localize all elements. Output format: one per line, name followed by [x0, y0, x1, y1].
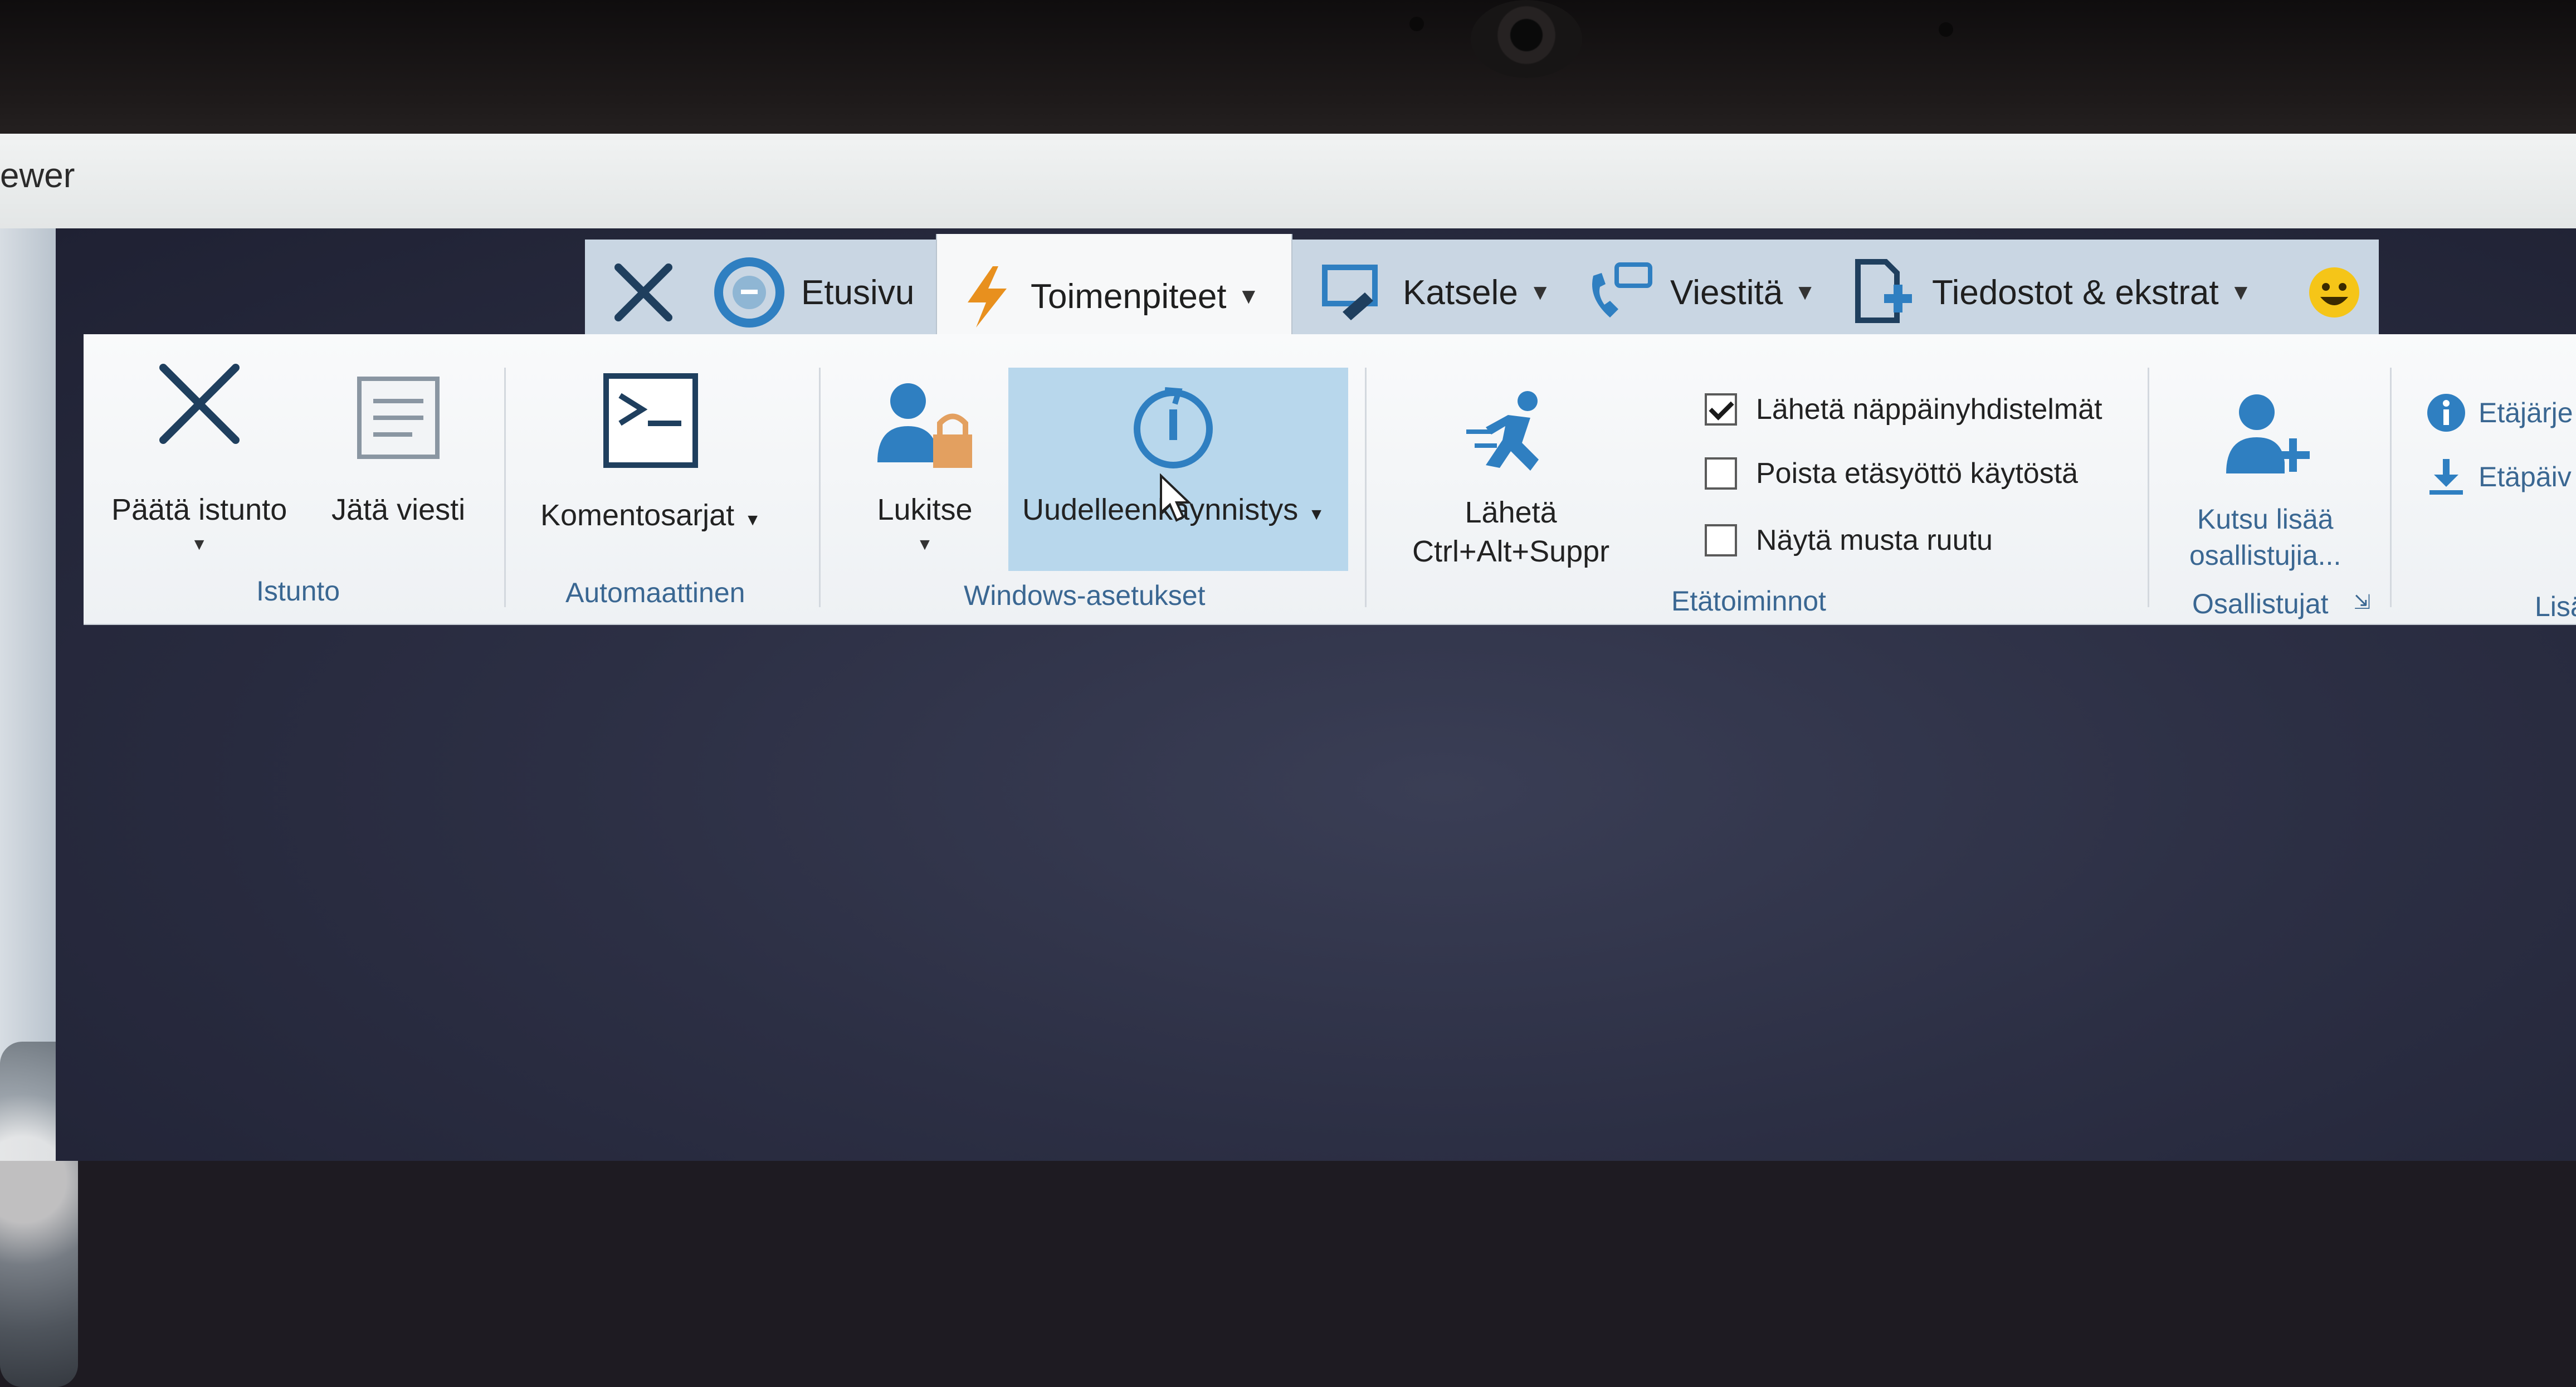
button-label: Lähetä — [1465, 496, 1557, 529]
checkbox-label: Poista etäsyöttö käytöstä — [1756, 457, 2079, 490]
invite-participants-button[interactable]: Kutsu lisää osallistujia... — [2189, 390, 2341, 574]
button-label: Kutsu lisää — [2197, 504, 2334, 535]
group-separator — [819, 368, 821, 607]
scripts-button[interactable]: Komentosarjat ▼ — [540, 370, 761, 535]
checkbox-checked[interactable] — [1705, 393, 1737, 426]
tab-katsele[interactable]: Katsele ▼ — [1320, 240, 1551, 345]
chevron-down-icon: ▼ — [1237, 284, 1260, 309]
end-session-button[interactable]: Päätä istunto ▼ — [111, 356, 287, 555]
checkbox-unchecked[interactable] — [1705, 457, 1737, 490]
smiley-icon — [2309, 267, 2359, 318]
group-separator — [504, 368, 506, 607]
button-label: osallistujia... — [2189, 540, 2341, 571]
local-desktop-strip — [0, 228, 78, 1387]
group-label-windows: Windows-asetukset — [964, 580, 1206, 611]
phone-chat-icon — [1592, 262, 1652, 318]
group-label-lisa: Lisä — [2535, 591, 2576, 622]
tab-label: Katsele — [1403, 273, 1518, 312]
lightning-icon — [968, 266, 1007, 328]
tab-label: Etusivu — [801, 273, 915, 312]
ribbon-tabbar: Etusivu Toimenpiteet ▼ Katsele ▼ Viestit… — [585, 234, 2379, 359]
group-label-osallistujat: Osallistujat — [2192, 588, 2329, 619]
close-session-tab[interactable] — [602, 240, 685, 345]
checkbox-label: Lähetä näppäinyhdistelmät — [1756, 393, 2102, 426]
remote-system-info-button[interactable]: Etäjärje — [2426, 393, 2573, 433]
button-label: Etäjärje — [2479, 397, 2573, 428]
close-x-icon — [614, 263, 672, 321]
group-label-istunto: Istunto — [256, 575, 340, 607]
user-lock-icon — [877, 383, 972, 468]
webcam — [1471, 0, 1582, 78]
mouse-cursor-icon — [1160, 473, 1192, 522]
info-icon — [2427, 394, 2465, 432]
checkbox-unchecked[interactable] — [1705, 524, 1737, 556]
button-label: Jätä viesti — [331, 493, 466, 526]
dropdown-arrow-icon: ▼ — [916, 535, 933, 554]
file-plus-icon — [1855, 259, 1912, 323]
feedback-smiley-button[interactable] — [2306, 240, 2362, 345]
checkbox-disable-input[interactable]: Poista etäsyöttö käytöstä — [1705, 457, 2078, 490]
bezel-dot — [1939, 22, 1953, 37]
group-separator — [2390, 368, 2392, 607]
group-separator — [2148, 368, 2149, 607]
group-label-automaattinen: Automaattinen — [565, 577, 745, 608]
add-user-icon — [2226, 394, 2310, 473]
leave-message-button[interactable]: Jätä viesti — [331, 370, 465, 529]
group-label-etatoiminnot: Etätoiminnot — [1671, 585, 1826, 617]
restart-power-icon — [1134, 387, 1213, 468]
remote-update-button[interactable]: Etäpäiv — [2426, 457, 2572, 497]
button-label: Komentosarjat ▼ — [540, 499, 761, 532]
running-man-icon — [1466, 391, 1539, 471]
window-titlebar — [0, 134, 2576, 228]
close-x-icon — [159, 364, 240, 444]
lock-button[interactable]: Lukitse ▼ — [872, 379, 978, 555]
bezel-dot — [1409, 17, 1424, 31]
tab-label: Toimenpiteet — [1031, 277, 1227, 316]
tab-etusivu[interactable]: Etusivu — [713, 240, 914, 345]
dropdown-arrow-icon: ▼ — [191, 535, 208, 554]
checkbox-label: Näytä musta ruutu — [1756, 524, 1993, 556]
chevron-down-icon: ▼ — [2229, 280, 2252, 305]
note-icon — [357, 377, 440, 459]
button-label: Lukitse — [877, 493, 973, 526]
button-label: Päätä istunto — [111, 493, 287, 526]
dropdown-arrow-icon: ▼ — [1308, 505, 1325, 524]
send-ctrl-alt-del-button[interactable]: Lähetä Ctrl+Alt+Suppr — [1412, 387, 1609, 571]
home-circle-icon — [714, 257, 784, 328]
button-label: Etäpäiv — [2479, 461, 2572, 492]
group-separator — [1365, 368, 1367, 607]
tab-tiedostot[interactable]: Tiedostot & ekstrat ▼ — [1850, 240, 2252, 345]
checkbox-send-keys[interactable]: Lähetä näppäinyhdistelmät — [1705, 393, 2102, 426]
monitor-view-icon — [1322, 265, 1378, 320]
window-title: ewer — [0, 157, 75, 195]
chevron-down-icon: ▼ — [1529, 280, 1552, 305]
tab-viestita[interactable]: Viestitä ▼ — [1582, 240, 1816, 345]
download-icon — [2429, 459, 2463, 495]
terminal-icon — [603, 373, 698, 468]
checkbox-black-screen[interactable]: Näytä musta ruutu — [1705, 524, 1993, 557]
chevron-down-icon: ▼ — [1794, 280, 1816, 305]
dropdown-arrow-icon: ▼ — [744, 511, 761, 529]
tab-label: Tiedostot & ekstrat — [1932, 273, 2219, 312]
dialog-launcher-icon[interactable]: ⇲ — [2354, 590, 2370, 614]
button-label: Ctrl+Alt+Suppr — [1412, 535, 1610, 569]
tab-label: Viestitä — [1670, 273, 1783, 312]
